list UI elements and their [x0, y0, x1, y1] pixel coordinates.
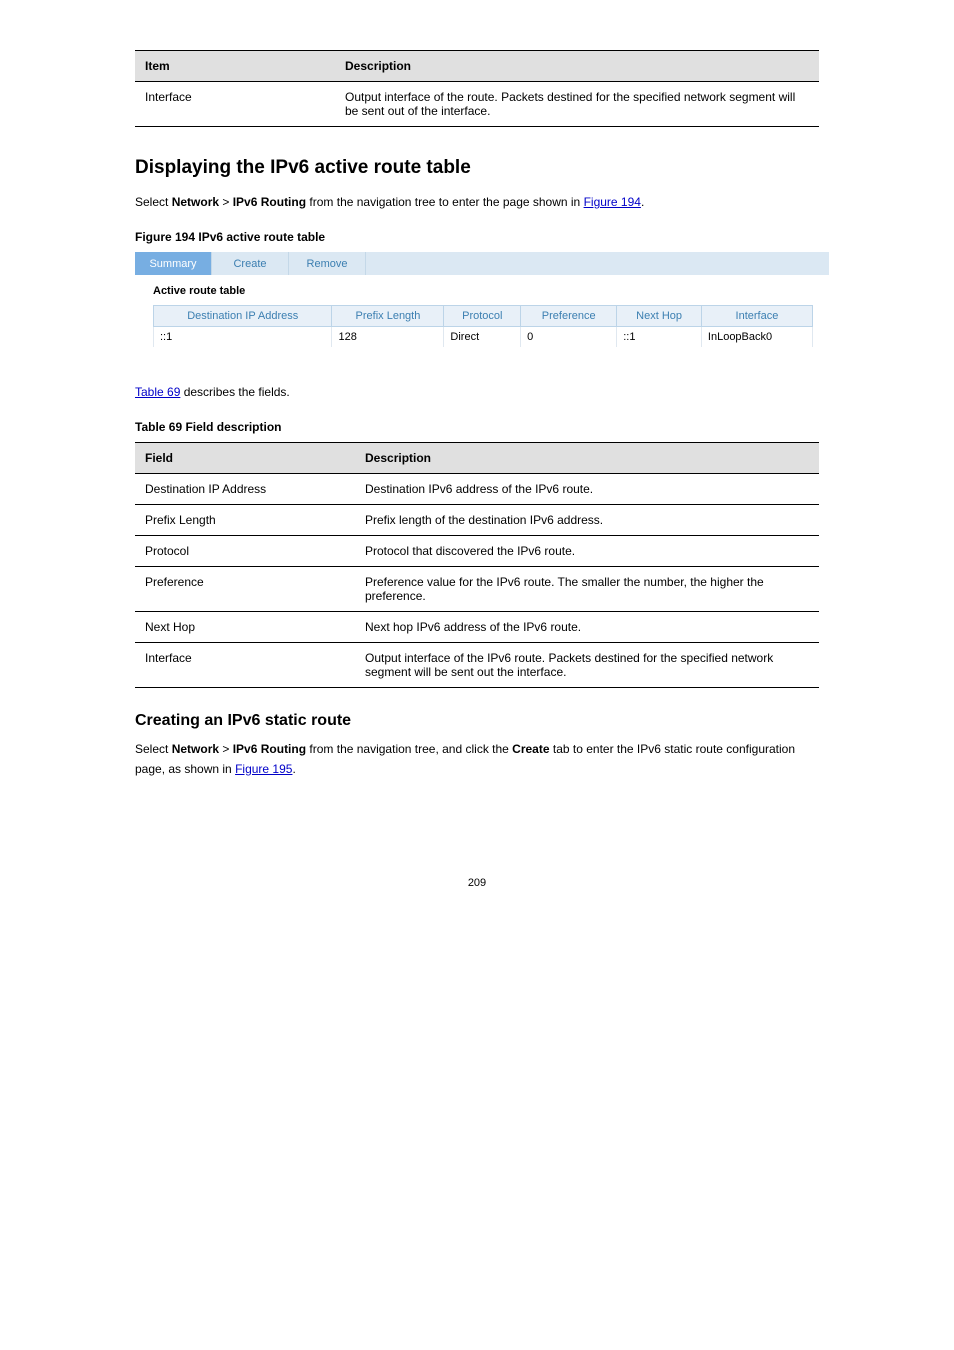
tab-remove[interactable]: Remove: [289, 252, 366, 275]
rh-protocol: Protocol: [444, 306, 521, 327]
rh-prefix-len: Prefix Length: [332, 306, 444, 327]
table-row: Prefix LengthPrefix length of the destin…: [135, 505, 819, 536]
th-description2: Description: [355, 443, 819, 474]
rh-next-hop: Next Hop: [617, 306, 702, 327]
para-nav-instruction-2: Select Network > IPv6 Routing from the n…: [135, 740, 819, 778]
table-row: ProtocolProtocol that discovered the IPv…: [135, 536, 819, 567]
rh-preference: Preference: [521, 306, 617, 327]
table-row: PreferencePreference value for the IPv6 …: [135, 567, 819, 612]
th-item: Item: [135, 51, 335, 82]
td-item: Interface: [135, 82, 335, 127]
field-description-table: Field Description Destination IP Address…: [135, 442, 819, 688]
rh-dest-ip: Destination IP Address: [154, 306, 332, 327]
active-route-table: Destination IP Address Prefix Length Pro…: [153, 305, 813, 347]
tab-create[interactable]: Create: [212, 252, 289, 275]
figure-194: Summary Create Remove Active route table…: [135, 252, 829, 347]
figure-194-caption: Figure 194 IPv6 active route table: [135, 230, 819, 244]
link-figure-194[interactable]: Figure 194: [584, 195, 641, 209]
active-route-table-heading: Active route table: [135, 275, 829, 305]
h2-create-ipv6-static-route: Creating an IPv6 static route: [135, 712, 819, 730]
item-description-table: Item Description Interface Output interf…: [135, 50, 819, 127]
th-field: Field: [135, 443, 355, 474]
rh-interface: Interface: [701, 306, 812, 327]
table-69-caption: Table 69 Field description: [135, 420, 819, 434]
table-row: Destination IP AddressDestination IPv6 a…: [135, 474, 819, 505]
table-row: Next HopNext hop IPv6 address of the IPv…: [135, 612, 819, 643]
link-figure-195[interactable]: Figure 195: [235, 762, 292, 776]
table-row: ::1 128 Direct 0 ::1 InLoopBack0: [154, 327, 813, 348]
para-nav-instruction-1: Select Network > IPv6 Routing from the n…: [135, 193, 819, 212]
th-description: Description: [335, 51, 819, 82]
table-row: InterfaceOutput interface of the IPv6 ro…: [135, 643, 819, 688]
page-number: 209: [0, 877, 954, 889]
tab-summary[interactable]: Summary: [135, 252, 212, 275]
h1-ipv6-active-route-table: Displaying the IPv6 active route table: [135, 157, 819, 179]
td-desc: Output interface of the route. Packets d…: [335, 82, 819, 127]
para-table69-intro: Table 69 describes the fields.: [135, 383, 819, 402]
link-table-69[interactable]: Table 69: [135, 385, 180, 399]
